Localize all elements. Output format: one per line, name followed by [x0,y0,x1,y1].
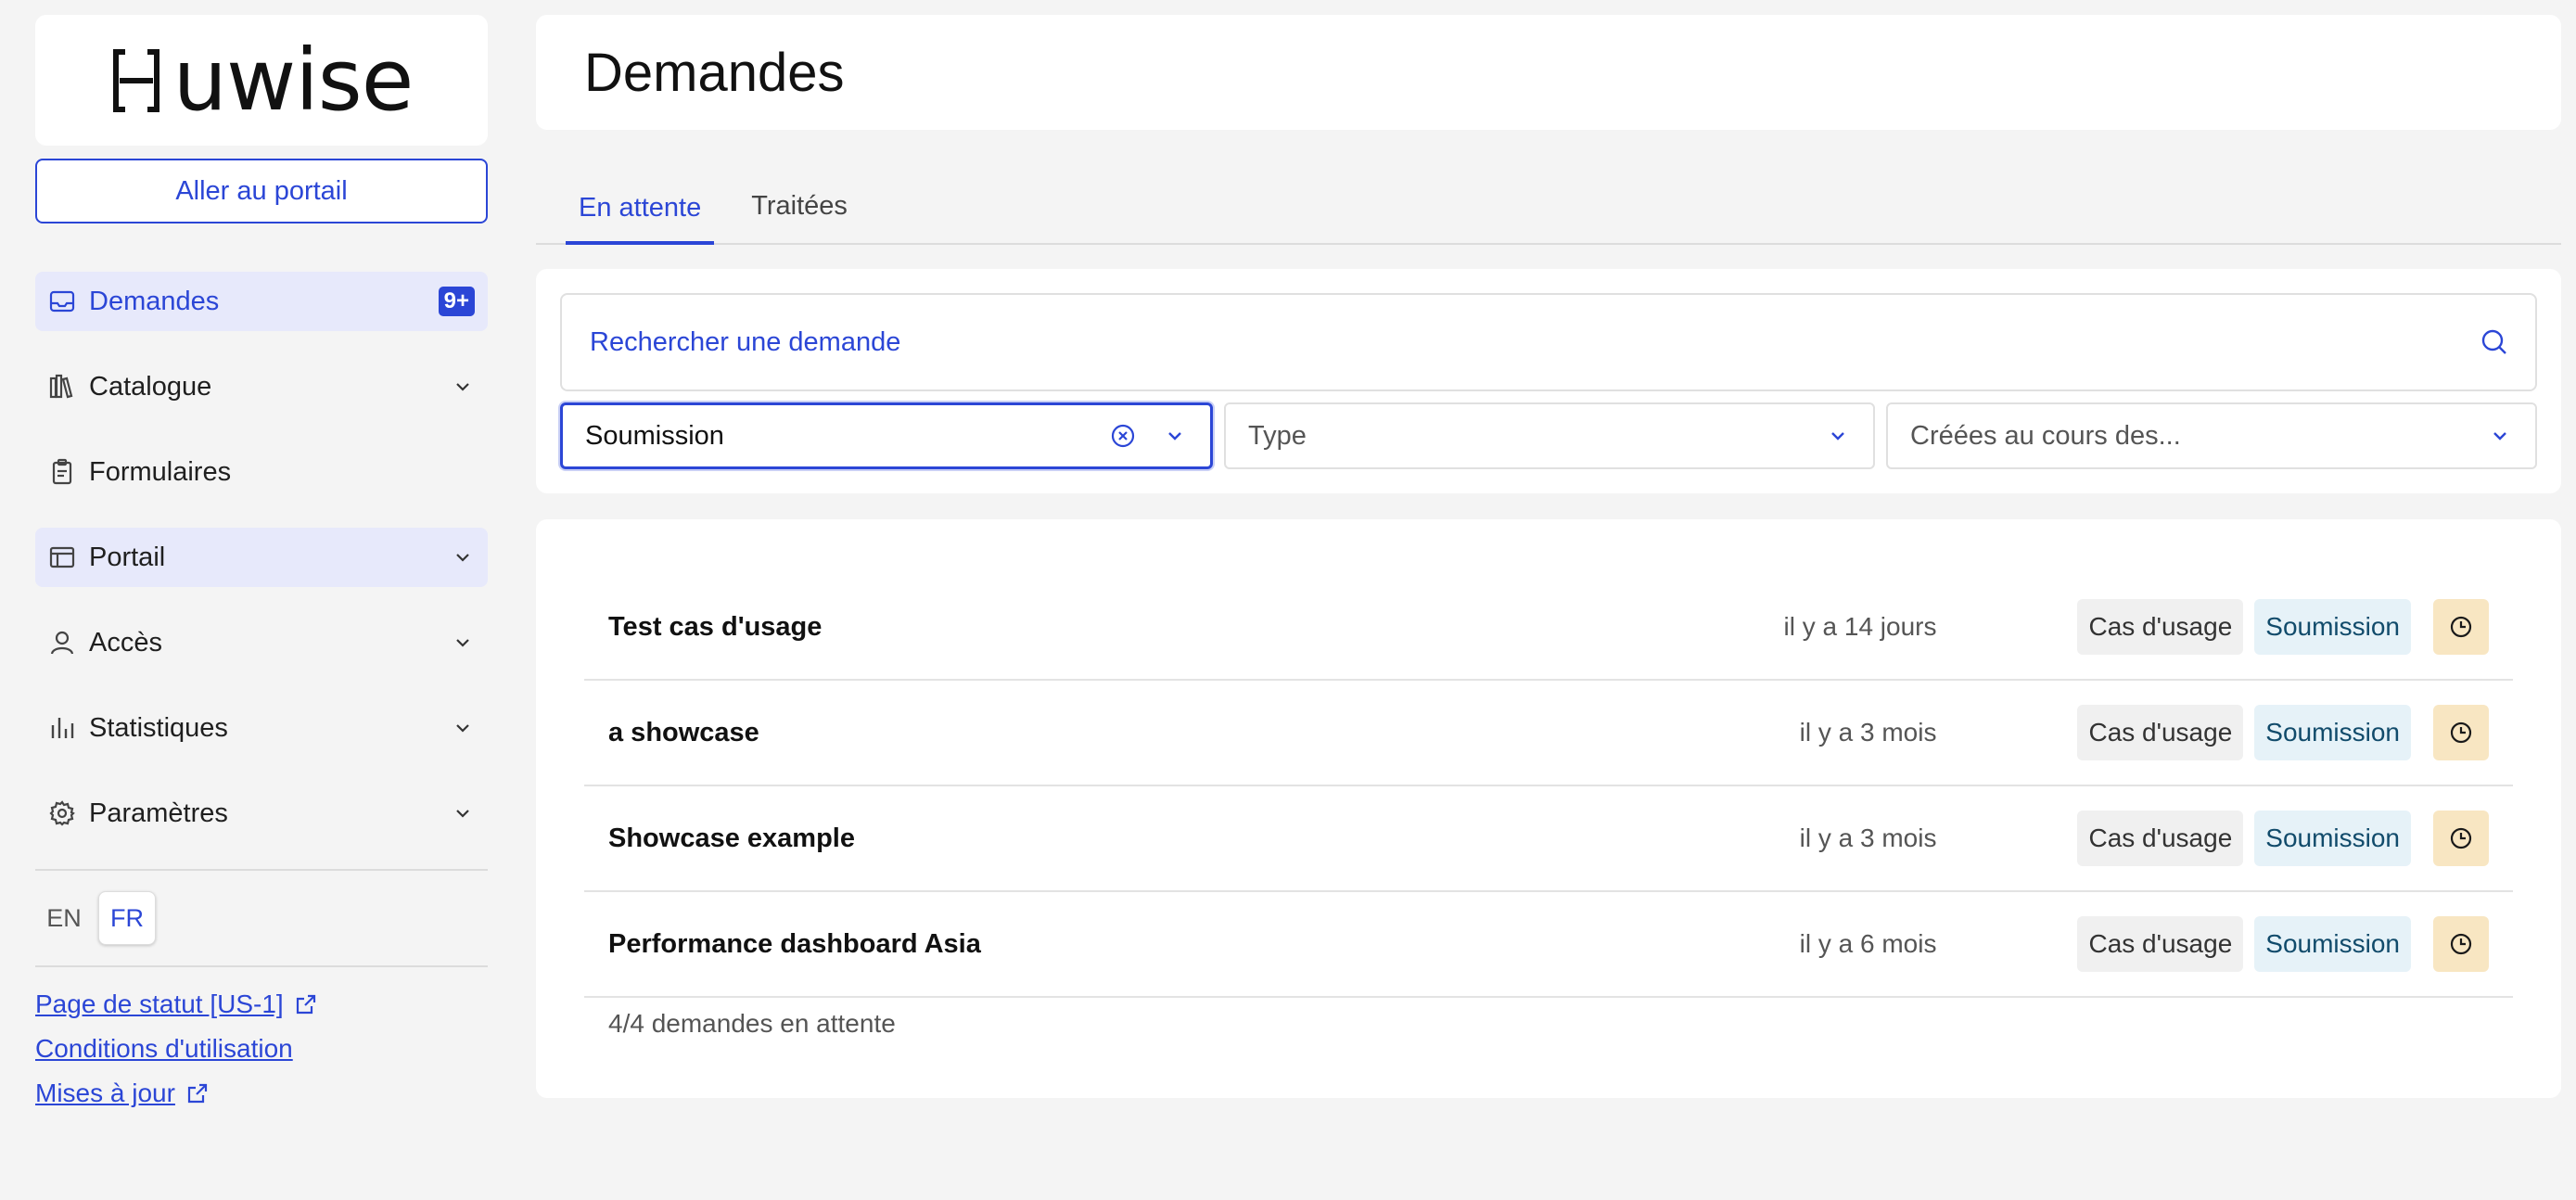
table-row[interactable]: Showcase example il y a 3 mois Cas d'usa… [584,786,2513,892]
user-icon [50,631,74,655]
clock-icon [2450,721,2472,744]
pending-indicator [2433,599,2489,655]
status-badge: Soumission [2254,811,2411,866]
tab-traitees[interactable]: Traitées [738,191,861,243]
request-title: a showcase [608,717,759,747]
request-count: 4/4 demandes en attente [608,1009,896,1038]
chevron-down-icon [1168,432,1181,440]
sidebar-item-portail[interactable]: Portail [35,528,488,587]
clock-icon [2450,933,2472,955]
logo-text: uwise [172,31,414,130]
type-badge: Cas d'usage [2077,916,2244,972]
bar-chart-icon [51,718,74,738]
sidebar-item-demandes[interactable]: Demandes 9+ [35,272,488,331]
sidebar-item-statistiques[interactable]: Statistiques [35,698,488,758]
sidebar-item-label: Formulaires [89,456,232,487]
status-filter-value: Soumission [585,420,724,451]
request-date: il y a 3 mois [1799,823,1937,852]
footer-links: Page de statut [US-1] Conditions d'utili… [35,967,488,1108]
clock-icon [2450,827,2472,849]
type-badge: Cas d'usage [2077,705,2244,760]
type-filter-placeholder: Type [1248,420,1307,451]
pending-indicator [2433,705,2489,760]
pending-indicator [2433,916,2489,972]
sidebar-item-acces[interactable]: Accès [35,613,488,672]
page-header: Demandes [536,15,2561,130]
clear-icon[interactable] [1110,423,1136,449]
table-row[interactable]: a showcase il y a 3 mois Cas d'usage Sou… [584,681,2513,786]
type-badge: Cas d'usage [2077,599,2244,655]
search-icon[interactable] [2480,327,2509,357]
browser-window-icon [49,546,75,568]
request-date: il y a 6 mois [1799,929,1937,958]
sidebar-item-formulaires[interactable]: Formulaires [35,442,488,502]
page-title: Demandes [584,42,845,103]
sidebar-item-label: Paramètres [89,798,228,828]
sidebar-item-label: Accès [89,627,162,657]
pending-indicator [2433,811,2489,866]
request-title: Showcase example [608,823,855,853]
inbox-icon [49,290,75,313]
go-to-portal-button[interactable]: Aller au portail [35,159,488,223]
chevron-down-icon [1831,432,1844,440]
gear-icon [49,800,75,826]
status-badge: Soumission [2254,599,2411,655]
search-box [560,293,2537,391]
request-date: il y a 14 jours [1783,612,1937,641]
search-input[interactable] [588,326,2480,359]
date-filter-select[interactable]: Créées au cours des... [1886,402,2537,469]
external-link-icon [296,994,315,1015]
clipboard-icon [52,458,72,485]
table-row[interactable]: Performance dashboard Asia il y a 6 mois… [584,892,2513,998]
table-row[interactable]: Test cas d'usage il y a 14 jours Cas d'u… [584,575,2513,681]
chevron-down-icon [456,724,469,733]
sidebar-nav: Demandes 9+ Catalogue Formulaires Portai… [35,272,488,843]
chevron-down-icon [456,810,469,818]
external-link-icon [187,1083,208,1104]
request-date: il y a 3 mois [1799,718,1937,747]
tab-en-attente[interactable]: En attente [566,193,715,245]
sidebar-item-label: Statistiques [89,712,228,743]
terms-of-use-link[interactable]: Conditions d'utilisation [35,1034,488,1064]
filter-panel: Soumission Type Créées au cours des... [536,269,2561,493]
request-title: Test cas d'usage [608,611,823,642]
chevron-down-icon [456,383,469,391]
language-switcher: EN FR [35,871,488,965]
main-content: Demandes En attente Traitées Soumission … [536,15,2561,1098]
sidebar: uwise Aller au portail Demandes 9+ Catal… [35,15,488,1123]
request-title: Performance dashboard Asia [608,928,981,959]
sidebar-item-label: Demandes [89,286,220,316]
status-badge: Soumission [2254,705,2411,760]
sidebar-item-catalogue[interactable]: Catalogue [35,357,488,416]
date-filter-placeholder: Créées au cours des... [1910,420,2181,451]
logo-mark-icon [112,48,159,112]
type-badge: Cas d'usage [2077,811,2244,866]
clock-icon [2450,616,2472,638]
notification-badge: 9+ [438,287,475,316]
books-icon [49,374,73,399]
sidebar-item-parametres[interactable]: Paramètres [35,784,488,843]
tabs: En attente Traitées [536,130,2561,245]
filter-row: Soumission Type Créées au cours des... [560,402,2537,469]
language-fr-button[interactable]: FR [98,891,156,945]
logo[interactable]: uwise [35,15,488,146]
status-page-link[interactable]: Page de statut [US-1] [35,989,488,1019]
type-filter-select[interactable]: Type [1224,402,1875,469]
sidebar-item-label: Portail [89,542,166,572]
request-list: Test cas d'usage il y a 14 jours Cas d'u… [536,519,2561,1098]
language-en-button[interactable]: EN [35,891,93,945]
sidebar-item-label: Catalogue [89,371,212,402]
chevron-down-icon [456,639,469,647]
chevron-down-icon [2493,432,2506,440]
updates-link[interactable]: Mises à jour [35,1079,488,1108]
chevron-down-icon [456,554,469,562]
status-badge: Soumission [2254,916,2411,972]
status-filter-select[interactable]: Soumission [560,402,1213,469]
